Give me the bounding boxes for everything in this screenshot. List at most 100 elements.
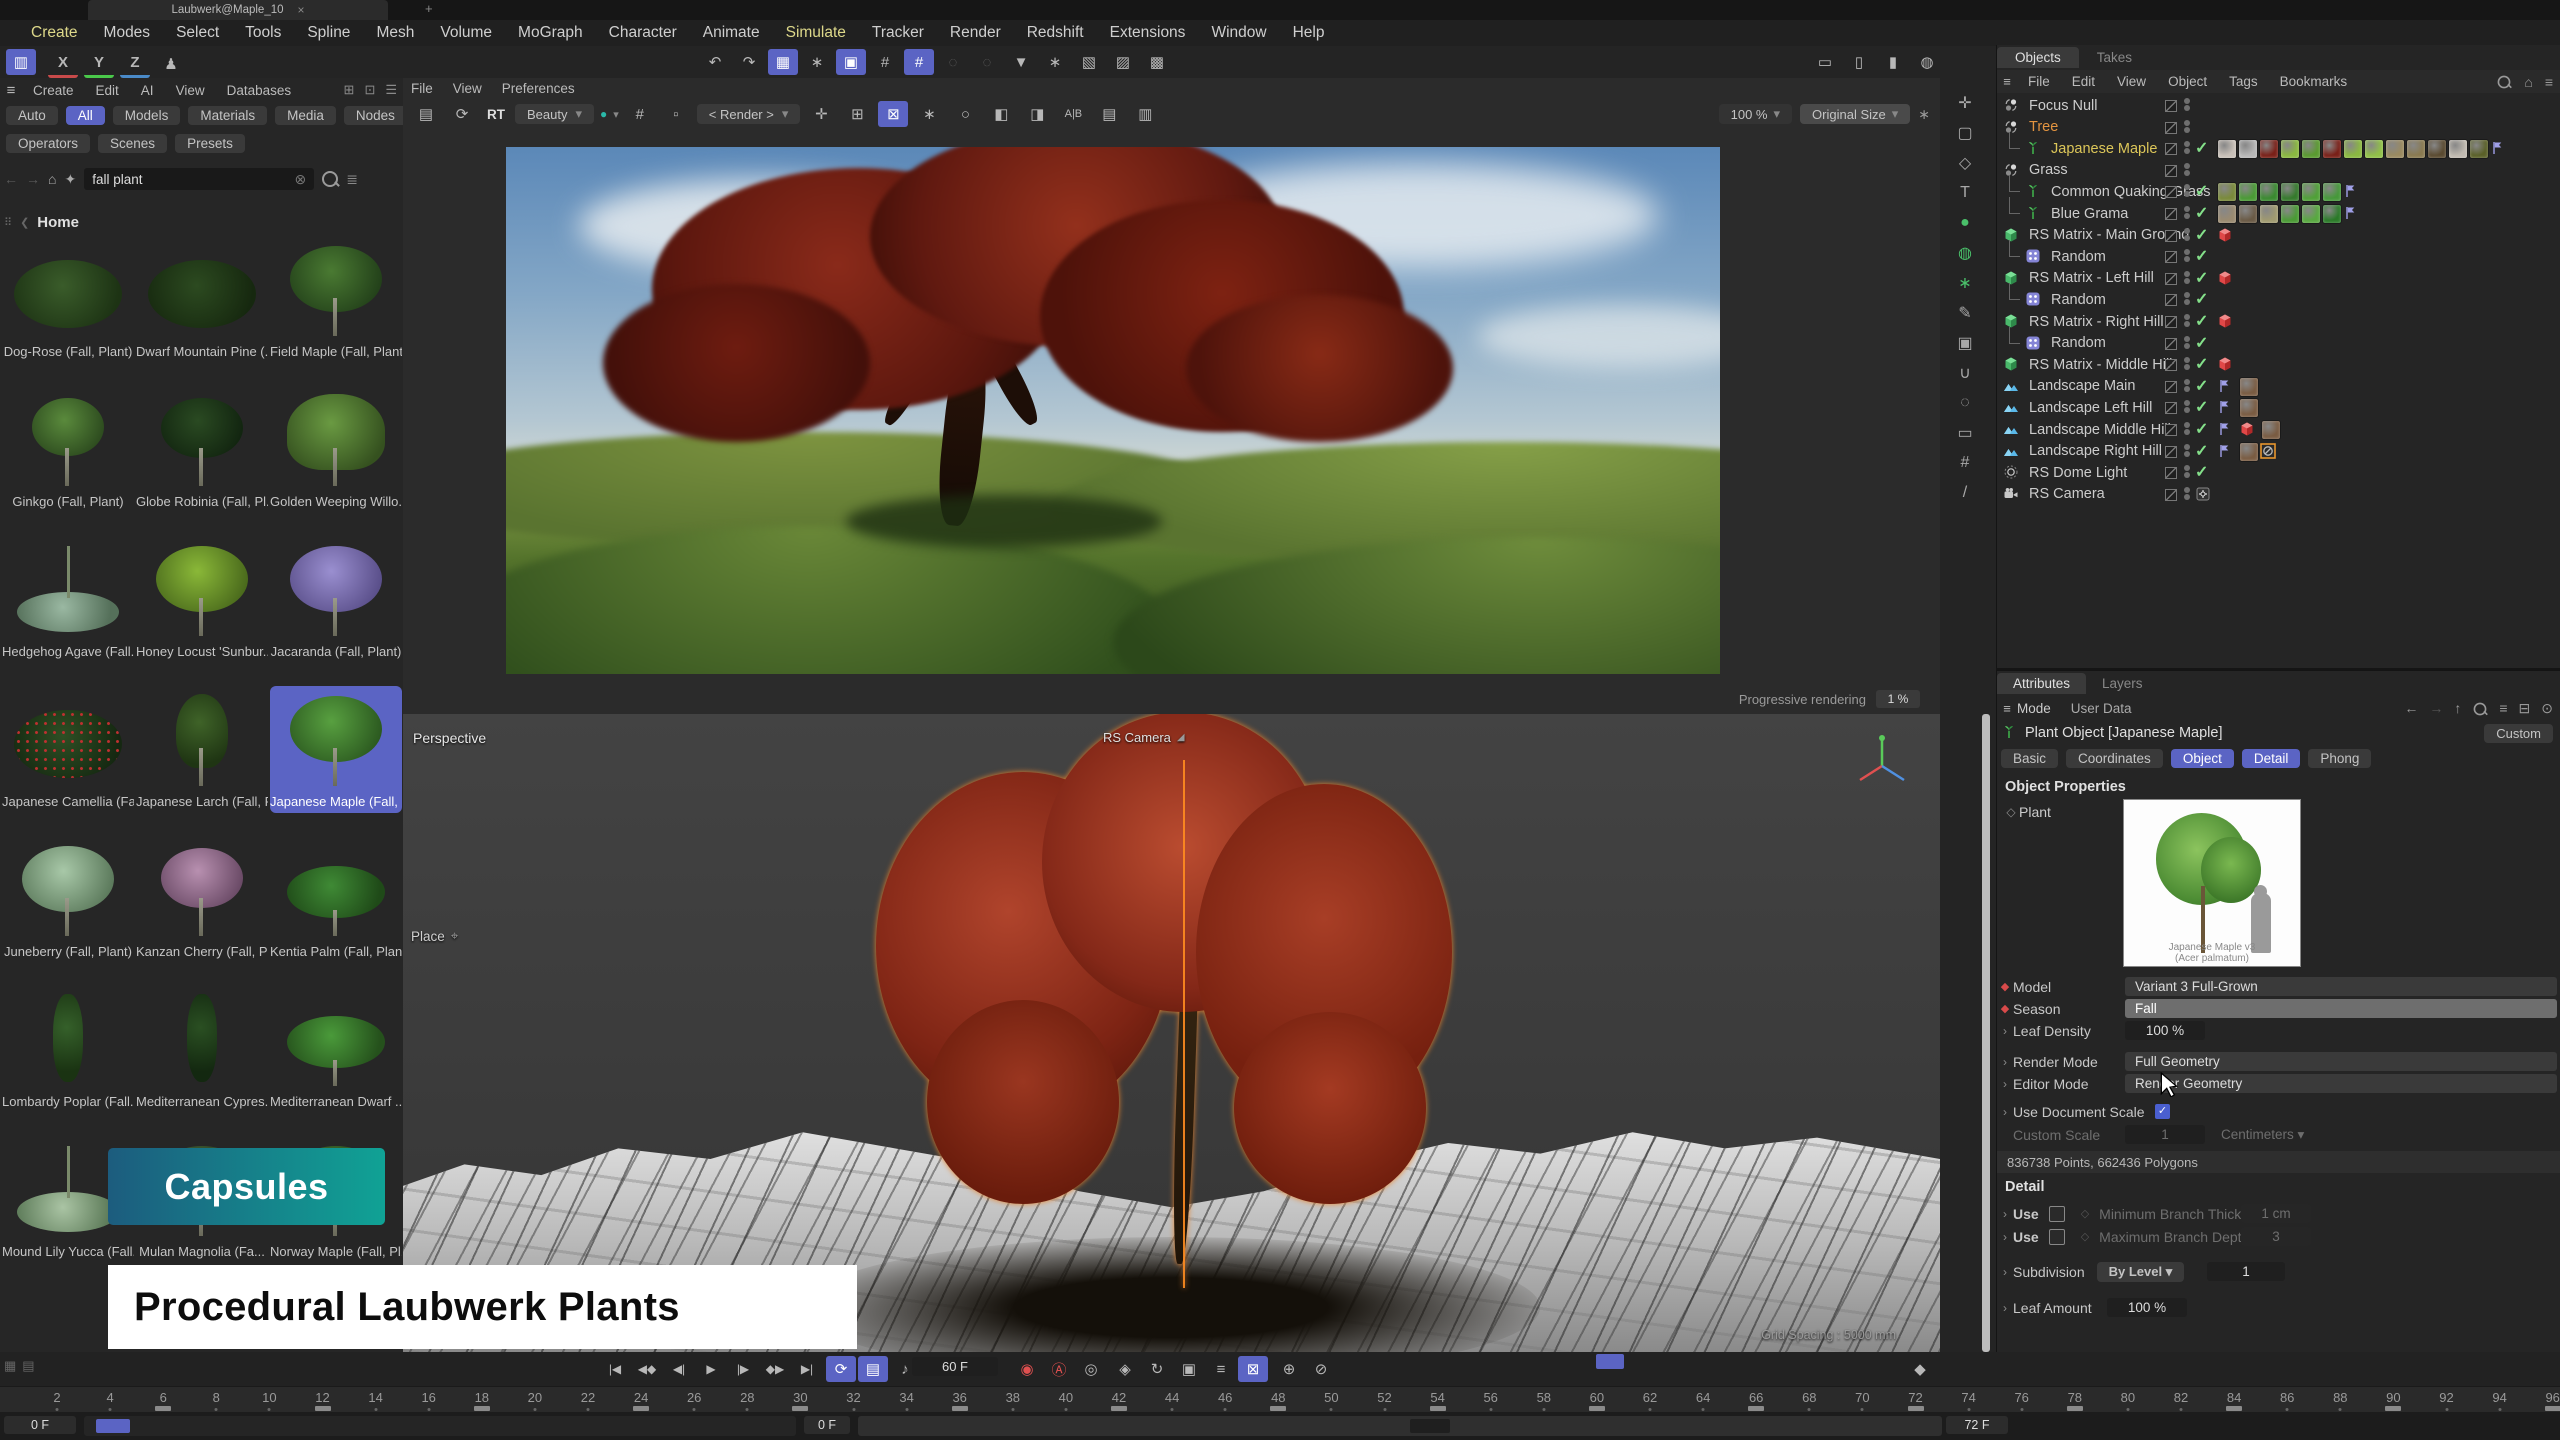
pv-channel-dot-icon[interactable]: ●	[600, 107, 607, 121]
attr-filter-icon[interactable]: ≡	[2499, 700, 2507, 716]
object-row[interactable]: Blue Grama✓	[1997, 203, 2560, 224]
layer-box-icon[interactable]	[2165, 294, 2177, 306]
visibility-dots-icon[interactable]	[2183, 162, 2191, 177]
interactive-render-icon[interactable]: ▣	[836, 49, 866, 75]
object-label[interactable]: Landscape Main	[2029, 378, 2135, 394]
track-icon[interactable]: ✛	[1948, 88, 1982, 118]
om-menu-bookmarks[interactable]: Bookmarks	[2269, 74, 2359, 89]
keyframe-icon[interactable]: ◆	[1997, 1002, 2013, 1015]
pv-refresh-icon[interactable]: ⟳	[447, 101, 477, 127]
om-menu-icon[interactable]: ≡	[1997, 69, 2017, 95]
phong-tag-icon[interactable]	[2343, 183, 2359, 199]
material-tag-chip[interactable]	[2301, 204, 2321, 224]
record-options-icon[interactable]: ◎	[1076, 1356, 1106, 1382]
current-frame-field[interactable]: 60 F	[912, 1357, 998, 1376]
plant-item[interactable]: Globe Robinia (Fall, Pl...	[136, 390, 268, 509]
timeline-ruler[interactable]: 2468101214161820222426283032343638404244…	[0, 1386, 2560, 1413]
pv-save-icon[interactable]: ▤	[411, 101, 441, 127]
filter-operators[interactable]: Operators	[6, 134, 90, 153]
browser-layout-list-icon[interactable]: ⊡	[364, 82, 375, 98]
coordinate-system-icon[interactable]: ♟	[156, 51, 186, 77]
object-label[interactable]: Random	[2051, 335, 2106, 351]
expand-icon[interactable]: ›	[1997, 1230, 2013, 1244]
keyframe-icon[interactable]: ◆	[1997, 980, 2013, 993]
render-settings-icon[interactable]: ∗	[802, 49, 832, 75]
object-row[interactable]: Common Quaking Grass✓	[1997, 181, 2560, 202]
pv-snapshot-icon[interactable]: ▤	[1094, 101, 1124, 127]
menu-item-mesh[interactable]: Mesh	[363, 24, 427, 42]
object-row[interactable]: Landscape Middle Hill✓	[1997, 419, 2560, 440]
visibility-dots-icon[interactable]	[2183, 335, 2191, 350]
section-grid-icon[interactable]: ⠿	[4, 216, 12, 229]
filter-presets[interactable]: Presets	[175, 134, 245, 153]
enabled-check-icon[interactable]: ✓	[2195, 203, 2208, 223]
field-subdivision[interactable]: ›SubdivisionBy Level ▾1	[1997, 1261, 2560, 1282]
pv-fit-icon[interactable]: ⊠	[878, 101, 908, 127]
play-icon[interactable]: ▶	[696, 1356, 726, 1382]
plant-item[interactable]: Japanese Maple (Fall, ...	[270, 686, 402, 813]
phong-tag-icon[interactable]	[2343, 205, 2359, 221]
enabled-check-icon[interactable]: ✓	[2195, 225, 2208, 245]
plant-key-icon[interactable]: ◇	[2003, 805, 2019, 819]
object-row[interactable]: RS Matrix - Left Hill✓	[1997, 268, 2560, 289]
layout-ui-icon[interactable]: ▮	[1878, 49, 1908, 75]
menu-item-help[interactable]: Help	[1280, 24, 1338, 42]
object-row[interactable]: Random✓	[1997, 289, 2560, 310]
attr-section-tab-basic[interactable]: Basic	[2001, 749, 2058, 768]
material-tag-chip[interactable]	[2469, 139, 2489, 159]
visibility-dots-icon[interactable]	[2183, 119, 2191, 134]
expand-icon[interactable]: ›	[1997, 1077, 2013, 1091]
use-checkbox[interactable]	[2049, 1229, 2065, 1245]
pv-grid-icon[interactable]: #	[625, 101, 655, 127]
browser-list-icon[interactable]: ≣	[346, 171, 358, 188]
enabled-check-icon[interactable]: ✓	[2195, 311, 2208, 331]
pv-history-icon[interactable]: ▥	[1130, 101, 1160, 127]
axis-y-button[interactable]: Y	[84, 49, 114, 78]
workplane-icon[interactable]: #	[904, 49, 934, 75]
object-row[interactable]: RS Matrix - Middle Hill✓	[1997, 354, 2560, 375]
browser-options-icon[interactable]: ☰	[385, 82, 397, 98]
object-row[interactable]: Focus Null	[1997, 95, 2560, 116]
visibility-dots-icon[interactable]	[2183, 313, 2191, 328]
visibility-dots-icon[interactable]	[2183, 443, 2191, 458]
camera-target-icon[interactable]	[2195, 486, 2211, 502]
menu-item-redshift[interactable]: Redshift	[1014, 24, 1097, 42]
plant-item[interactable]: Japanese Camellia (Fal...	[2, 690, 134, 809]
circle-icon[interactable]: ◌	[1948, 388, 1982, 418]
layer-box-icon[interactable]	[2165, 208, 2177, 220]
key-parameter-icon[interactable]: ≡	[1206, 1356, 1236, 1382]
pencil-icon[interactable]: /	[1948, 478, 1982, 508]
menu-item-modes[interactable]: Modes	[91, 24, 164, 42]
material-tag-chip[interactable]	[2280, 182, 2300, 202]
enabled-check-icon[interactable]: ✓	[2195, 397, 2208, 417]
material-tag-chip[interactable]	[2238, 204, 2258, 224]
field-detail-use[interactable]: ›Use◇Maximum Branch Depth3	[1997, 1226, 2560, 1247]
attr-tab-layers[interactable]: Layers	[2086, 673, 2159, 694]
prev-frame-icon[interactable]: ◀|	[664, 1356, 694, 1382]
pv-size-dropdown[interactable]: Original Size▾	[1800, 104, 1910, 124]
box-icon[interactable]: ▣	[1948, 328, 1982, 358]
plant-item[interactable]: Lombardy Poplar (Fall...	[2, 990, 134, 1109]
layer-box-icon[interactable]	[2165, 381, 2177, 393]
enabled-check-icon[interactable]: ✓	[2195, 354, 2208, 374]
om-home-icon[interactable]: ⌂	[2524, 74, 2532, 90]
menu-item-tracker[interactable]: Tracker	[859, 24, 937, 42]
custom-scale-unit-dropdown[interactable]: Centimeters ▾	[2221, 1127, 2304, 1143]
phong-tag-icon[interactable]	[2217, 421, 2233, 437]
next-frame-icon[interactable]: |▶	[728, 1356, 758, 1382]
sidebar-toggle-icon[interactable]: ▥	[6, 49, 36, 75]
attr-lock-icon[interactable]: ⊟	[2519, 700, 2531, 717]
sphere-green-icon[interactable]: ●	[1948, 208, 1982, 238]
pv-menu-view[interactable]: View	[453, 81, 482, 96]
viewport-tree[interactable]	[863, 724, 1503, 1324]
pv-rt-label[interactable]: RT	[483, 107, 509, 122]
visibility-dots-icon[interactable]	[2183, 464, 2191, 479]
forward-icon[interactable]: →	[26, 171, 40, 187]
redshift-material-tag-icon[interactable]	[2217, 227, 2233, 243]
material-tag-chip[interactable]	[2301, 139, 2321, 159]
layer-box-icon[interactable]	[2165, 467, 2177, 479]
object-row[interactable]: Landscape Main✓	[1997, 376, 2560, 397]
expand-icon[interactable]: ›	[1997, 1024, 2013, 1038]
field-leaf-amount[interactable]: ›Leaf Amount100 %	[1997, 1297, 2560, 1318]
attr-pin-icon[interactable]: ⊙	[2541, 700, 2553, 717]
